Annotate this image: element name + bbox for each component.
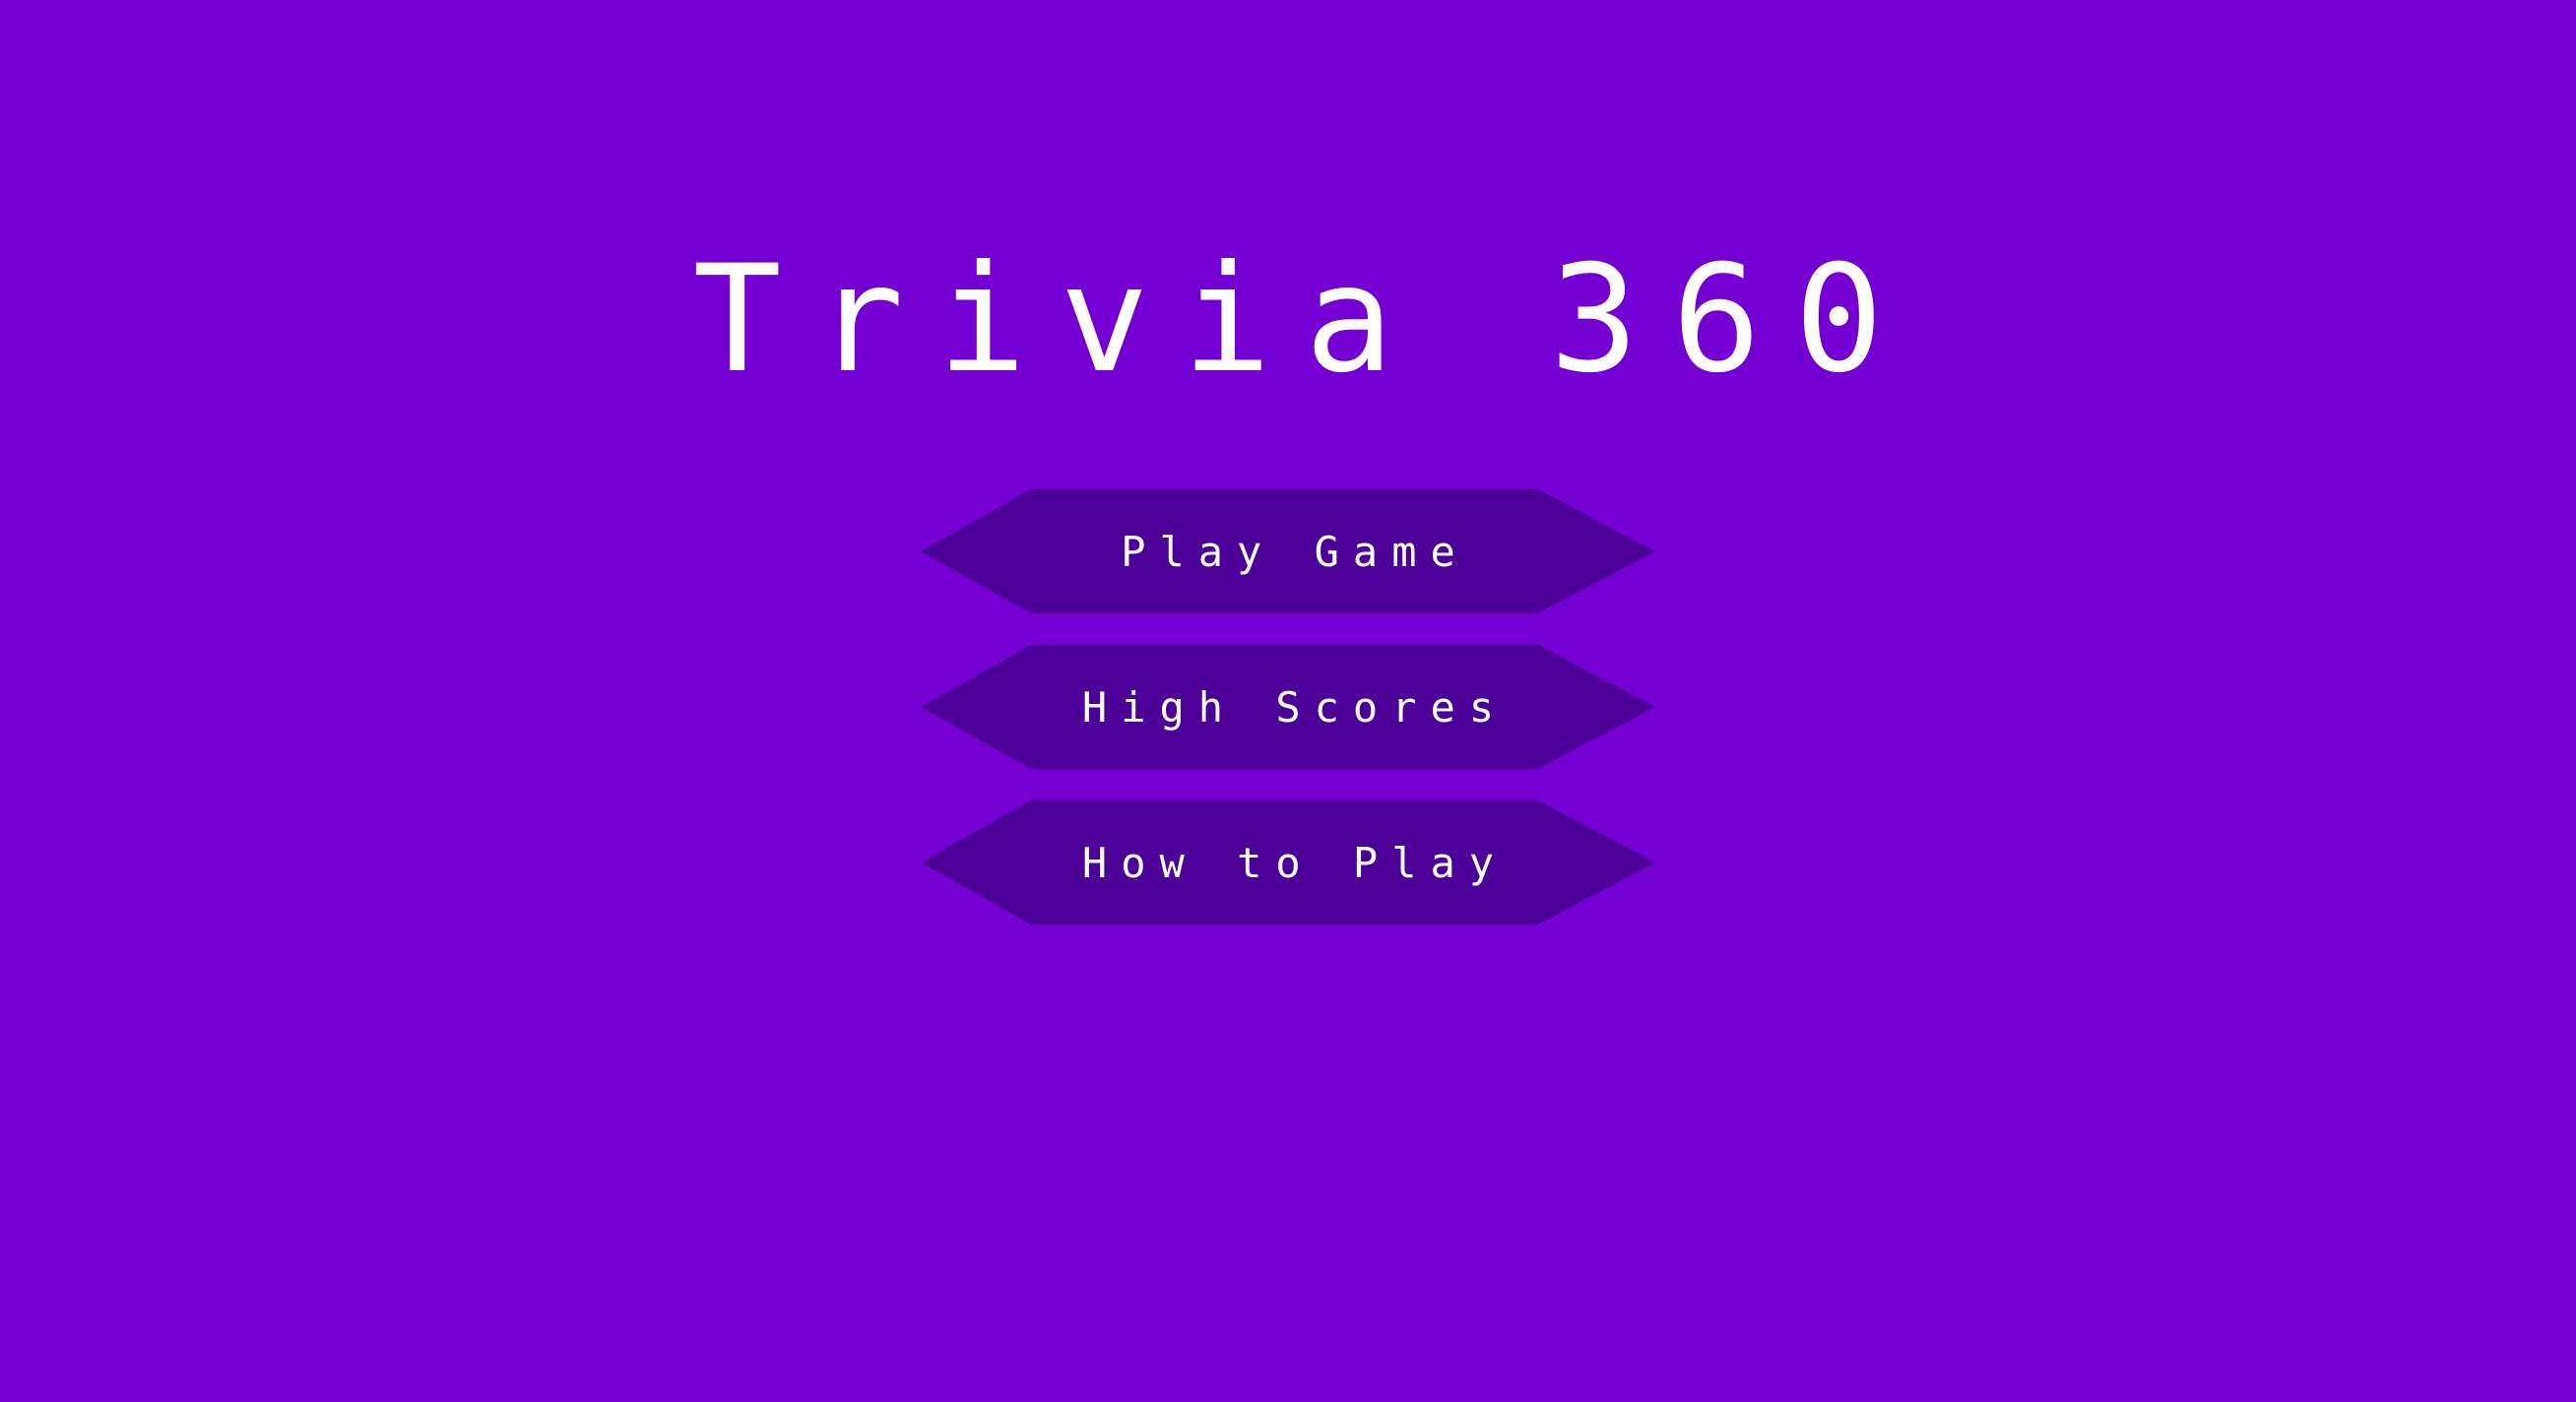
how-to-play-button[interactable]: How to Play <box>921 800 1655 924</box>
high-scores-label: High Scores <box>1081 682 1509 732</box>
how-to-play-label: How to Play <box>1081 838 1509 887</box>
game-title: Trivia 360 <box>692 234 1917 406</box>
play-game-label: Play Game <box>1121 527 1469 576</box>
high-scores-button[interactable]: High Scores <box>921 645 1655 769</box>
play-game-button[interactable]: Play Game <box>921 489 1655 613</box>
main-menu-screen: Trivia 360 Play Game High Scores How to … <box>0 0 2576 1402</box>
main-menu: Play Game High Scores How to Play <box>0 489 2576 956</box>
